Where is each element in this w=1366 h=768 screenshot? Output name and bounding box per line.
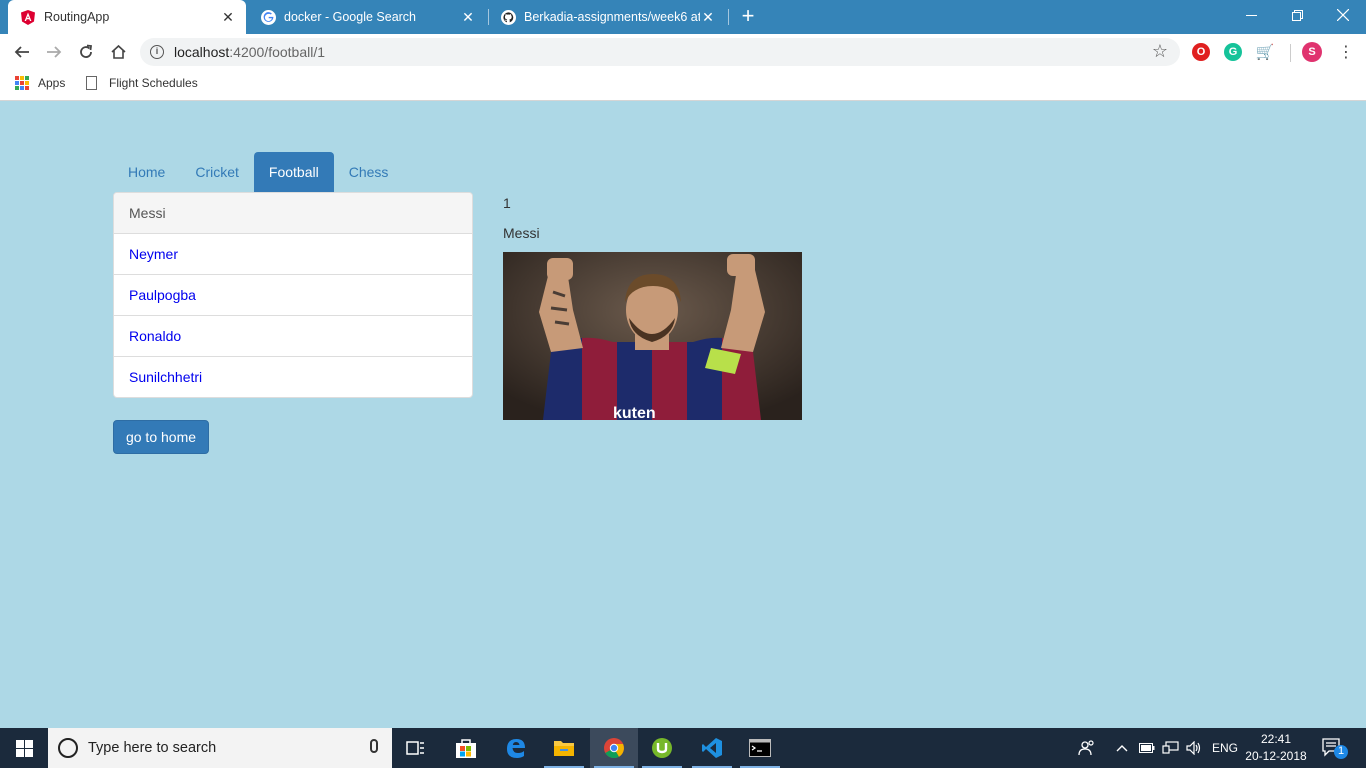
tab-github[interactable]: Berkadia-assignments/week6 at r ✕ — [488, 0, 726, 34]
page-icon — [86, 76, 97, 90]
tab-home[interactable]: Home — [113, 152, 180, 192]
clock-time: 22:41 — [1260, 732, 1292, 746]
windows-taskbar: Type here to search ENG 22:41 20-12-2018… — [0, 728, 1366, 768]
clock-date: 20-12-2018 — [1245, 749, 1307, 763]
close-tab-icon[interactable]: ✕ — [220, 9, 236, 25]
microphone-icon[interactable] — [370, 739, 378, 753]
show-hidden-icons-icon[interactable] — [1116, 728, 1128, 768]
tab-title: RoutingApp — [44, 10, 110, 24]
bookmarks-bar: Apps Flight Schedules — [0, 70, 1366, 101]
task-view-icon[interactable] — [392, 728, 440, 768]
system-clock[interactable]: 22:41 20-12-2018 — [1240, 731, 1312, 765]
notification-count-badge: 1 — [1337, 745, 1345, 757]
close-tab-icon[interactable]: ✕ — [700, 9, 716, 25]
player-list: Messi Neymer Paulpogba Ronaldo Sunilchhe… — [113, 192, 473, 398]
grammarly-extension-icon[interactable]: G — [1224, 43, 1242, 61]
forward-icon[interactable] — [42, 40, 66, 64]
svg-text:kuten: kuten — [613, 405, 656, 420]
apps-grid-icon — [15, 76, 29, 90]
close-tab-icon[interactable]: ✕ — [460, 9, 476, 25]
bookmark-label: Apps — [38, 76, 66, 90]
player-item-ronaldo[interactable]: Ronaldo — [114, 315, 472, 356]
battery-icon[interactable] — [1139, 728, 1155, 768]
bookmark-label: Flight Schedules — [109, 76, 198, 90]
tab-title: docker - Google Search — [284, 10, 417, 24]
new-tab-icon[interactable]: + — [736, 5, 760, 29]
player-item-neymer[interactable]: Neymer — [114, 233, 472, 274]
restore-icon[interactable] — [1274, 0, 1320, 30]
player-item-paulpogba[interactable]: Paulpogba — [114, 274, 472, 315]
file-explorer-icon[interactable] — [540, 728, 588, 768]
go-to-home-button[interactable]: go to home — [113, 420, 209, 454]
edge-icon[interactable] — [492, 728, 540, 768]
close-window-icon[interactable] — [1320, 0, 1366, 30]
cortana-icon — [58, 738, 78, 758]
sports-nav-tabs: Home Cricket Football Chess — [113, 152, 403, 192]
tab-football[interactable]: Football — [253, 152, 334, 192]
player-photo: kuten — [503, 252, 802, 422]
tab-docker-search[interactable]: docker - Google Search ✕ — [248, 0, 486, 34]
network-icon[interactable] — [1162, 728, 1180, 768]
address-bar[interactable]: i localhost:4200/football/1 ☆ — [140, 38, 1180, 66]
tab-title: Berkadia-assignments/week6 at r — [524, 10, 700, 24]
cart-extension-icon[interactable]: 🛒 — [1256, 43, 1275, 61]
windows-start-icon[interactable] — [0, 728, 48, 768]
volume-icon[interactable] — [1186, 728, 1202, 768]
github-icon — [500, 9, 516, 25]
action-center-icon[interactable]: 1 — [1320, 736, 1350, 760]
bookmark-star-icon[interactable]: ☆ — [1152, 41, 1168, 62]
browser-toolbar: i localhost:4200/football/1 ☆ O G 🛒 S ⋮ — [0, 34, 1366, 70]
player-item-sunilchhetri[interactable]: Sunilchhetri — [114, 356, 472, 397]
people-icon[interactable] — [1078, 728, 1096, 768]
player-id: 1 — [503, 195, 511, 211]
tab-divider — [728, 9, 729, 25]
tab-routingapp[interactable]: RoutingApp ✕ — [8, 0, 246, 34]
angular-icon — [20, 9, 36, 25]
taskbar-search-placeholder: Type here to search — [88, 740, 217, 756]
tab-chess[interactable]: Chess — [334, 152, 404, 192]
profile-avatar[interactable]: S — [1302, 42, 1322, 62]
bookmark-flight-schedules[interactable]: Flight Schedules — [86, 76, 198, 90]
toolbar-divider — [1290, 44, 1291, 62]
menu-kebab-icon[interactable]: ⋮ — [1334, 40, 1358, 64]
vscode-icon[interactable] — [688, 728, 736, 768]
player-name: Messi — [503, 225, 540, 241]
utorrent-icon[interactable] — [638, 728, 686, 768]
browser-tab-strip: RoutingApp ✕ docker - Google Search ✕ Be… — [0, 0, 1366, 34]
url-host: localhost — [174, 44, 230, 60]
tab-cricket[interactable]: Cricket — [180, 152, 254, 192]
reload-icon[interactable] — [74, 40, 98, 64]
opera-extension-icon[interactable]: O — [1192, 43, 1210, 61]
back-icon[interactable] — [10, 40, 34, 64]
home-icon[interactable] — [106, 40, 130, 64]
taskbar-search-input[interactable]: Type here to search — [48, 728, 392, 768]
url-path: :4200/football/1 — [229, 44, 326, 60]
site-info-icon[interactable]: i — [150, 45, 164, 59]
bookmark-apps[interactable]: Apps — [15, 76, 65, 90]
minimize-icon[interactable] — [1228, 0, 1274, 30]
language-indicator[interactable]: ENG — [1212, 728, 1238, 768]
chrome-icon[interactable] — [590, 728, 638, 768]
player-item-messi[interactable]: Messi — [114, 193, 472, 233]
terminal-icon[interactable] — [736, 728, 784, 768]
google-icon — [260, 9, 276, 25]
store-icon[interactable] — [442, 728, 490, 768]
